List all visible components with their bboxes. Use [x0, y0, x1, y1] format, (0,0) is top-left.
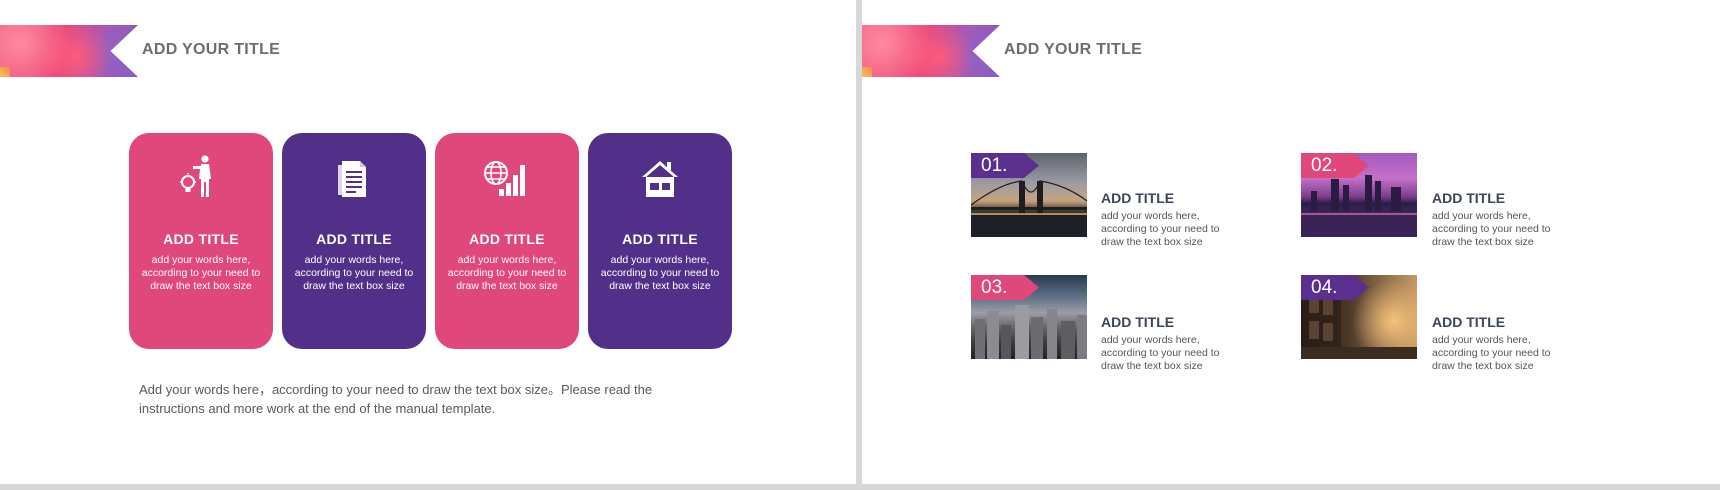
left-slide: ADD YOUR TITLE ADD TITLE add your words … — [0, 0, 856, 484]
street-photo: 04. — [1301, 275, 1417, 359]
item-text: add your words here, according to your n… — [1101, 334, 1220, 372]
globe-chart-icon — [484, 161, 525, 196]
item-text: add your words here, according to your n… — [1101, 210, 1220, 248]
bridge-photo: 01. — [971, 153, 1087, 237]
watercolor-banner — [862, 25, 1000, 77]
body-text: Add your words here，according to your ne… — [139, 382, 653, 416]
card-text: add your words here, according to your n… — [447, 254, 567, 292]
card-text: add your words here, according to your n… — [294, 254, 414, 292]
feature-card: ADD TITLE add your words here, according… — [129, 133, 273, 349]
item-text: add your words here, according to your n… — [1432, 210, 1551, 248]
card-title: ADD TITLE — [316, 231, 392, 247]
slide-title: ADD YOUR TITLE — [1004, 41, 1143, 58]
feature-card: ADD TITLE add your words here, according… — [282, 133, 426, 349]
right-slide: ADD YOUR TITLE 01. ADD TITLE add your wo… — [862, 0, 1720, 484]
card-text: add your words here, according to your n… — [141, 254, 261, 292]
cityscape-photo: 03. — [971, 275, 1087, 359]
night-city-photo: 02. — [1301, 153, 1417, 237]
house-icon — [642, 161, 678, 197]
card-title: ADD TITLE — [622, 231, 698, 247]
document-icon — [338, 161, 366, 197]
businessman-lightbulb-icon — [180, 155, 211, 197]
item-text: add your words here, according to your n… — [1432, 334, 1551, 372]
item-title: ADD TITLE — [1432, 190, 1506, 206]
slide-title: ADD YOUR TITLE — [142, 41, 281, 58]
item-title: ADD TITLE — [1101, 190, 1175, 206]
card-text: add your words here, according to your n… — [600, 254, 720, 292]
item-title: ADD TITLE — [1101, 314, 1175, 330]
feature-card: ADD TITLE add your words here, according… — [588, 133, 732, 349]
feature-card: ADD TITLE add your words here, according… — [435, 133, 579, 349]
item-title: ADD TITLE — [1432, 314, 1506, 330]
card-title: ADD TITLE — [469, 231, 545, 247]
watercolor-banner — [0, 25, 138, 77]
card-title: ADD TITLE — [163, 231, 239, 247]
